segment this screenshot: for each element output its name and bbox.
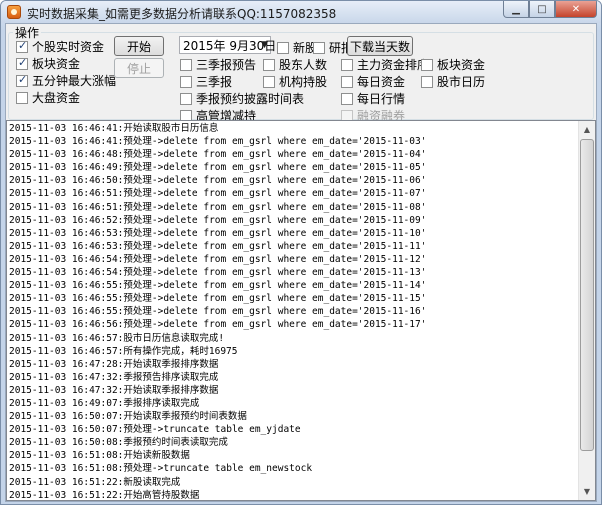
checkbox-daily-quotes[interactable]: 每日行情 [341, 90, 405, 107]
checkbox-report-schedule[interactable]: 季报预约披露时间表 [180, 90, 304, 107]
log-line: 2015-11-03 16:47:32:季报预告排序读取完成 [9, 371, 219, 383]
checkbox-box[interactable] [277, 41, 289, 54]
close-icon[interactable]: ✕ [555, 1, 597, 18]
checkbox-box[interactable] [341, 75, 353, 88]
log-line: 2015-11-03 16:50:07:开始读取季报预约时间表数据 [9, 411, 247, 423]
client-area: 操作 个股实时资金 板块资金 五分钟最大涨幅 大盘资金 开始 停止 [5, 23, 597, 502]
log-line: 2015-11-03 16:50:08:季报预约时间表读取完成 [9, 437, 228, 449]
checkbox-box[interactable] [263, 58, 275, 71]
date-picker[interactable]: 2015年 9月30日 ▼ [179, 36, 276, 54]
checkbox-market-funds[interactable]: 大盘资金 [16, 89, 80, 106]
checkbox-box[interactable] [341, 92, 353, 105]
checkbox-box[interactable] [180, 92, 192, 105]
log-line: 2015-11-03 16:46:53:预处理->delete from em_… [9, 240, 427, 252]
checkbox-sector-funds[interactable]: 板块资金 [16, 55, 80, 72]
app-window: 实时数据采集_如需更多数据分析请联系QQ:1157082358 ▁ □ ✕ 操作… [0, 0, 602, 505]
scroll-down-icon[interactable]: ▼ [579, 483, 595, 500]
log-line: 2015-11-03 16:46:55:预处理->delete from em_… [9, 293, 427, 305]
log-line: 2015-11-03 16:46:48:预处理->delete from em_… [9, 149, 427, 161]
log-line: 2015-11-03 16:46:41:开始读取股市日历信息 [9, 123, 219, 134]
checkbox-new-stocks[interactable]: 新股 [277, 39, 317, 56]
checkbox-box[interactable] [180, 75, 192, 88]
checkbox-box[interactable] [421, 58, 433, 71]
scroll-thumb[interactable] [580, 139, 594, 451]
log-lines: 2015-11-03 16:46:41:开始读取股市日历信息 2015-11-03… [9, 122, 579, 501]
log-line: 2015-11-03 16:46:50:预处理->delete from em_… [9, 175, 427, 187]
log-line: 2015-11-03 16:51:22:开始高管持股数据 [9, 489, 200, 501]
maximize-icon[interactable]: □ [529, 1, 555, 18]
log-line: 2015-11-03 16:47:32:开始读取季报排序数据 [9, 384, 219, 396]
checkbox-stock-calendar[interactable]: 股市日历 [421, 73, 485, 90]
log-line: 2015-11-03 16:51:08:开始读新股数据 [9, 450, 190, 462]
checkbox-shareholder-count[interactable]: 股东人数 [263, 56, 327, 73]
window-title: 实时数据采集_如需更多数据分析请联系QQ:1157082358 [27, 7, 337, 21]
log-textbox[interactable]: 2015-11-03 16:46:41:开始读取股市日历信息 2015-11-03… [6, 120, 596, 501]
log-line: 2015-11-03 16:46:51:预处理->delete from em_… [9, 201, 427, 213]
log-line: 2015-11-03 16:49:07:季报排序读取完成 [9, 397, 200, 409]
checkbox-q3-report[interactable]: 三季报 [180, 73, 232, 90]
app-icon [7, 5, 21, 19]
checkbox-box[interactable] [263, 75, 275, 88]
stop-button[interactable]: 停止 [114, 58, 164, 78]
checkbox-stock-realtime-funds[interactable]: 个股实时资金 [16, 38, 104, 55]
log-line: 2015-11-03 16:46:41:预处理->delete from em_… [9, 136, 427, 148]
checkbox-box[interactable] [16, 73, 28, 87]
log-line: 2015-11-03 16:46:52:预处理->delete from em_… [9, 214, 427, 226]
checkbox-box[interactable] [16, 56, 28, 70]
log-line: 2015-11-03 16:46:57:股市日历信息读取完成! [9, 332, 225, 344]
dropdown-arrow-icon[interactable]: ▼ [261, 40, 268, 50]
checkbox-daily-funds[interactable]: 每日资金 [341, 73, 405, 90]
log-line: 2015-11-03 16:46:49:预处理->delete from em_… [9, 162, 427, 174]
log-line: 2015-11-03 16:50:07:预处理->truncate table … [9, 424, 301, 436]
title-bar[interactable]: 实时数据采集_如需更多数据分析请联系QQ:1157082358 ▁ □ ✕ [1, 1, 601, 23]
log-line: 2015-11-03 16:46:51:预处理->delete from em_… [9, 188, 427, 200]
log-line: 2015-11-03 16:51:08:预处理->truncate table … [9, 463, 313, 475]
checkbox-sector-funds-2[interactable]: 板块资金 [421, 56, 485, 73]
window-controls: ▁ □ ✕ [503, 1, 597, 18]
checkbox-box[interactable] [180, 58, 192, 71]
checkbox-box[interactable] [16, 39, 28, 53]
log-line: 2015-11-03 16:47:28:开始读取季报排序数据 [9, 358, 219, 370]
checkbox-box[interactable] [16, 91, 28, 104]
minimize-icon[interactable]: ▁ [503, 1, 529, 18]
checkbox-box[interactable] [421, 75, 433, 88]
log-line: 2015-11-03 16:51:22:新股读取完成 [9, 476, 181, 488]
scroll-up-icon[interactable]: ▲ [579, 121, 595, 138]
log-line: 2015-11-03 16:46:54:预处理->delete from em_… [9, 253, 427, 265]
log-line: 2015-11-03 16:46:57:所有操作完成，耗时16975 [9, 345, 238, 357]
checkbox-institutional-holdings[interactable]: 机构持股 [263, 73, 327, 90]
start-button[interactable]: 开始 [114, 36, 164, 56]
checkbox-main-funds-ranking[interactable]: 主力资金排序 [341, 56, 429, 73]
checkbox-box[interactable] [341, 58, 353, 71]
operations-group: 操作 个股实时资金 板块资金 五分钟最大涨幅 大盘资金 开始 停止 [8, 24, 594, 123]
log-line: 2015-11-03 16:46:54:预处理->delete from em_… [9, 267, 427, 279]
checkbox-q3-forecast[interactable]: 三季报预告 [180, 56, 256, 73]
log-line: 2015-11-03 16:46:55:预处理->delete from em_… [9, 306, 427, 318]
checkbox-box[interactable] [313, 41, 325, 54]
log-line: 2015-11-03 16:46:53:预处理->delete from em_… [9, 227, 427, 239]
download-today-button[interactable]: 下载当天数 [347, 36, 413, 56]
log-line: 2015-11-03 16:46:56:预处理->delete from em_… [9, 319, 427, 331]
log-line: 2015-11-03 16:46:55:预处理->delete from em_… [9, 280, 427, 292]
log-scrollbar[interactable]: ▲ ▼ [578, 121, 595, 500]
checkbox-5min-max-rise[interactable]: 五分钟最大涨幅 [16, 72, 116, 89]
